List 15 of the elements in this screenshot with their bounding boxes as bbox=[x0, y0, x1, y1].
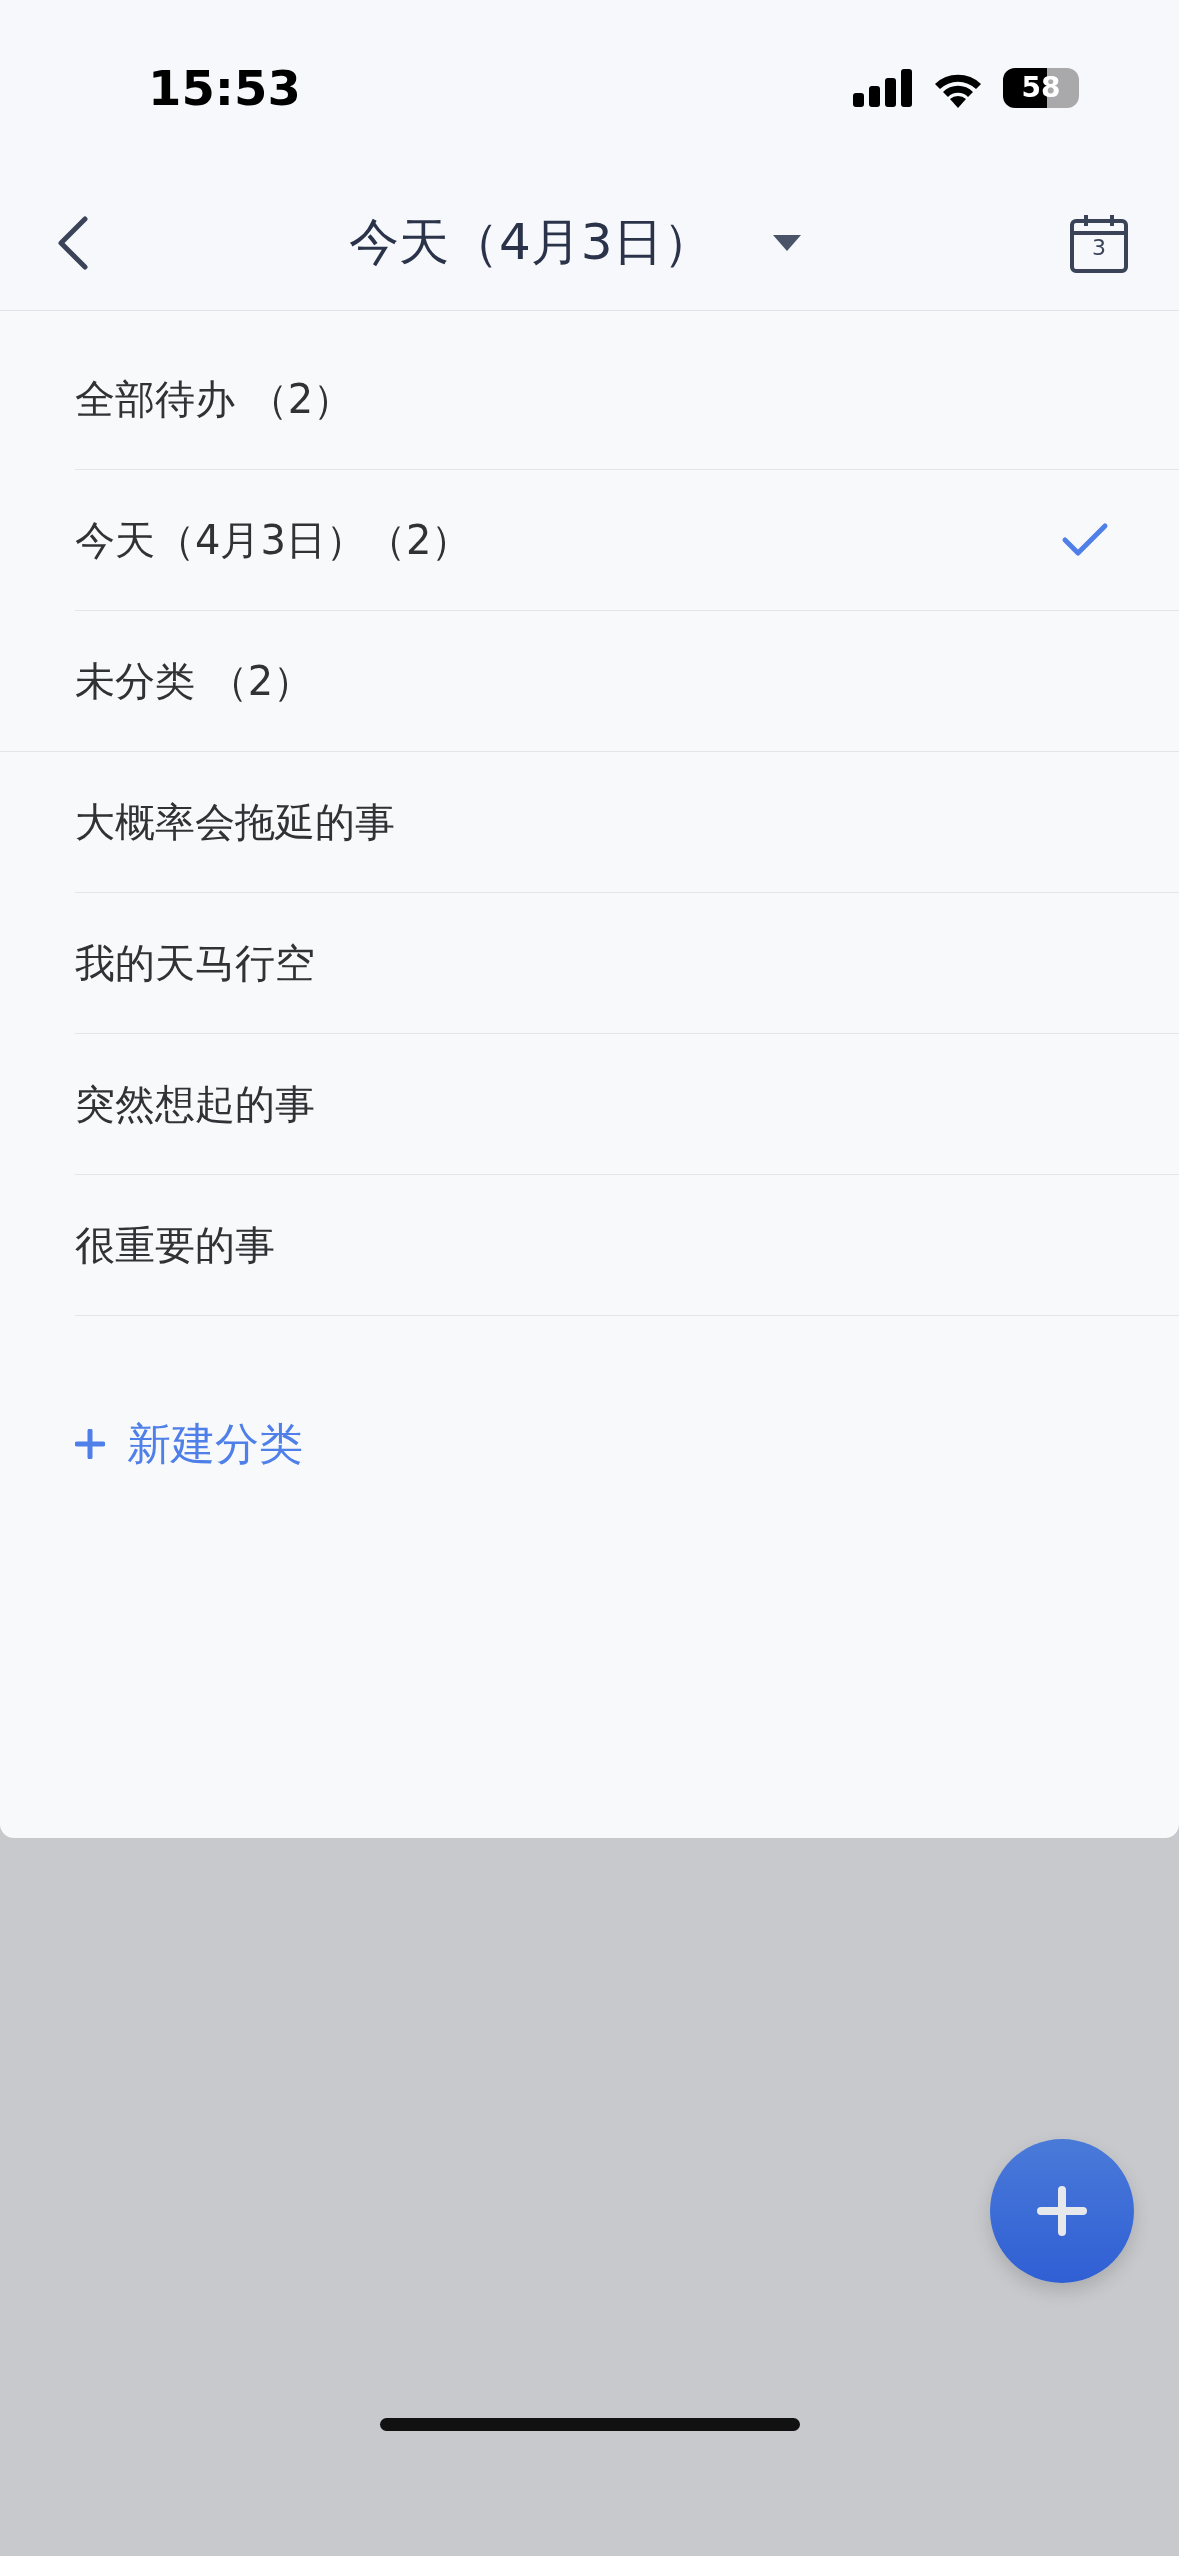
status-time: 15:53 bbox=[148, 58, 301, 118]
list-item[interactable]: 大概率会拖延的事 bbox=[75, 752, 1179, 893]
list-item[interactable]: 未分类 （2） bbox=[0, 611, 1179, 752]
new-category-button[interactable]: 新建分类 bbox=[75, 1411, 303, 1477]
list-item[interactable]: 今天（4月3日）（2） bbox=[75, 470, 1179, 611]
signal-icon bbox=[853, 68, 913, 107]
dropdown-caret-icon[interactable] bbox=[772, 234, 801, 251]
list-item[interactable]: 全部待办 （2） bbox=[75, 329, 1179, 470]
list-item[interactable]: 我的天马行空 bbox=[75, 893, 1179, 1034]
back-icon[interactable] bbox=[55, 214, 91, 271]
plus-icon bbox=[75, 1429, 105, 1459]
list-item[interactable]: 很重要的事 bbox=[75, 1175, 1179, 1316]
nav-title[interactable]: 今天（4月3日） bbox=[349, 205, 713, 280]
plus-icon bbox=[1037, 2186, 1087, 2236]
list-item[interactable]: 突然想起的事 bbox=[75, 1034, 1179, 1175]
